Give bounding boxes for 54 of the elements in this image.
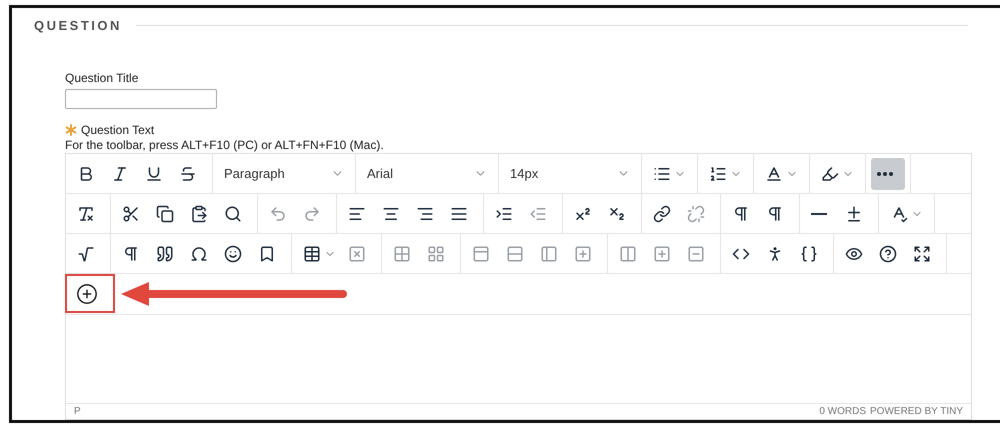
horizontal-line-icon [811, 212, 827, 214]
fullscreen-icon [913, 244, 931, 262]
copy-icon [156, 204, 174, 222]
table-row-icon [472, 244, 490, 262]
toolbar-hint: For the toolbar, press ALT+F10 (PC) or ALT+FN+F10 (Mac). [65, 138, 385, 152]
underline-icon [145, 164, 163, 182]
redo-icon [303, 204, 321, 222]
grid-icon [393, 244, 411, 262]
scissors-icon [122, 204, 140, 222]
clipboard-icon [190, 204, 208, 222]
table-row-icon [506, 244, 524, 262]
dropdown-select[interactable]: Paragraph [218, 158, 350, 190]
help-icon [879, 244, 897, 262]
plus-minus-icon [845, 204, 863, 222]
unlink-icon [687, 204, 705, 222]
table-column-icon [540, 244, 558, 262]
section-title: QUESTION [34, 18, 122, 33]
dropdown-select[interactable]: 14px [504, 158, 636, 190]
pilcrow-icon [766, 204, 784, 222]
add-cell-icon [653, 244, 671, 262]
strikethrough-icon [179, 164, 197, 182]
pilcrow-icon [122, 244, 140, 262]
delete-table-icon [348, 244, 366, 262]
element-path: P [74, 406, 81, 417]
table-column-icon [619, 244, 637, 262]
more-icon [877, 172, 893, 176]
add-button[interactable] [76, 283, 98, 305]
italic-icon [111, 164, 129, 182]
more-button[interactable] [871, 158, 905, 190]
quote-icon [156, 244, 174, 262]
add-cell-icon [574, 244, 592, 262]
grid-icon [427, 244, 445, 262]
dropdown-select[interactable]: Arial [361, 158, 493, 190]
pilcrow-icon [732, 204, 750, 222]
title-input-field[interactable] [65, 89, 217, 109]
clear-format-icon [77, 204, 95, 222]
word-count: 0 WORDS [819, 406, 866, 417]
smiley-icon [224, 244, 242, 262]
field-label: Question Text [81, 123, 154, 137]
highlighter-icon [821, 164, 839, 182]
search-icon [224, 204, 242, 222]
link-icon [653, 204, 671, 222]
bookmark-icon [258, 244, 276, 262]
text-color-icon [765, 164, 783, 182]
omega-icon [190, 244, 208, 262]
undo-icon [269, 204, 287, 222]
square-root-icon [77, 244, 95, 262]
braces-icon [800, 244, 818, 262]
plus-icon [76, 283, 98, 305]
numbered-list-icon [709, 164, 727, 182]
table-icon [303, 244, 321, 262]
remove-cell-icon [687, 244, 705, 262]
field-label: Question Title [65, 71, 140, 85]
branding-text: POWERED BY TINY [870, 406, 963, 417]
